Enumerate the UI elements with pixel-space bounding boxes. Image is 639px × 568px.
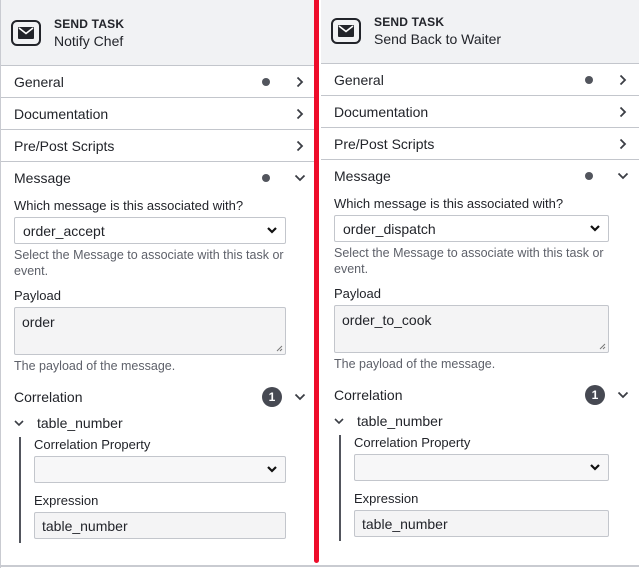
correlation-item-name: table_number (37, 415, 123, 431)
payload-description: The payload of the message. (334, 357, 496, 371)
correlation-property-label: Correlation Property (354, 435, 471, 450)
correlation-item-name: table_number (357, 413, 443, 429)
element-type: SEND TASK (374, 14, 445, 29)
group-documentation[interactable]: Documentation (321, 96, 639, 128)
group-label: Message (334, 168, 391, 184)
data-marker-dot (585, 172, 593, 180)
resize-handle-icon[interactable] (599, 343, 606, 350)
group-label: General (14, 73, 64, 90)
message-entries: Which message is this associated with? o… (1, 198, 316, 374)
payload-label: Payload (14, 288, 61, 303)
message-entries: Which message is this associated with? o… (321, 196, 639, 372)
message-select-label: Which message is this associated with? (14, 198, 244, 213)
correlation-header[interactable]: Correlation 1 (321, 380, 639, 410)
message-select-value: order_accept (23, 222, 105, 239)
payload-value: order_to_cook (342, 312, 432, 328)
chevron-right-icon (617, 106, 629, 118)
chevron-down-icon (590, 225, 600, 232)
panel-header: SEND TASK Notify Chef (1, 0, 316, 66)
group-label: General (334, 71, 384, 88)
correlation-label: Correlation (334, 387, 403, 403)
chevron-down-icon (334, 417, 348, 425)
payload-textarea[interactable]: order (14, 307, 286, 355)
correlation-item-header[interactable]: table_number (334, 410, 609, 432)
chevron-down-icon (617, 391, 629, 399)
resize-handle-icon[interactable] (276, 345, 283, 352)
group-documentation[interactable]: Documentation (1, 98, 316, 130)
correlation-count-badge: 1 (262, 387, 282, 407)
data-marker-dot (262, 174, 270, 182)
payload-textarea[interactable]: order_to_cook (334, 305, 609, 353)
data-marker-dot (585, 75, 593, 84)
message-select[interactable]: order_dispatch (334, 215, 609, 242)
expression-input[interactable]: table_number (354, 510, 609, 537)
payload-value: order (22, 314, 55, 330)
group-label: Message (14, 170, 71, 186)
chevron-down-icon (267, 227, 277, 234)
payload-label: Payload (334, 286, 381, 301)
properties-panel-left: SEND TASK Notify Chef General Documentat… (0, 0, 316, 568)
element-name: Send Back to Waiter (374, 30, 502, 47)
group-general[interactable]: General (1, 66, 316, 98)
chevron-down-icon (617, 170, 629, 182)
panel-header: SEND TASK Send Back to Waiter (321, 0, 639, 64)
chevron-down-icon (267, 466, 277, 473)
group-message[interactable]: Message (1, 162, 316, 194)
chevron-down-icon (14, 419, 28, 427)
correlation-header[interactable]: Correlation 1 (1, 382, 316, 412)
correlation-item-body: Correlation Property Expression table_nu… (19, 437, 286, 543)
chevron-right-icon (294, 140, 306, 152)
group-label: Pre/Post Scripts (334, 135, 435, 152)
correlation-item: table_number Correlation Property Expres… (1, 412, 316, 543)
message-select-description: Select the Message to associate with thi… (334, 246, 604, 276)
chevron-down-icon (294, 172, 306, 184)
envelope-icon (11, 19, 41, 46)
group-message[interactable]: Message (321, 160, 639, 192)
panel-divider[interactable] (314, 0, 319, 563)
group-label: Documentation (334, 103, 429, 120)
group-general[interactable]: General (321, 64, 639, 96)
expression-value: table_number (42, 517, 128, 534)
data-marker-dot (262, 77, 270, 86)
expression-input[interactable]: table_number (34, 512, 286, 539)
correlation-property-label: Correlation Property (34, 437, 151, 452)
correlation-item-header[interactable]: table_number (14, 412, 286, 434)
message-select-description: Select the Message to associate with thi… (14, 248, 284, 278)
correlation-property-select[interactable] (354, 454, 609, 481)
expression-label: Expression (34, 493, 99, 508)
chevron-down-icon (590, 464, 600, 471)
chevron-right-icon (294, 76, 306, 88)
element-type: SEND TASK (54, 16, 125, 31)
correlation-property-select[interactable] (34, 456, 286, 483)
correlation-count-badge: 1 (585, 385, 605, 405)
group-label: Pre/Post Scripts (14, 137, 115, 154)
expression-label: Expression (354, 491, 419, 506)
group-pre-post-scripts[interactable]: Pre/Post Scripts (1, 130, 316, 162)
message-select-value: order_dispatch (343, 220, 436, 237)
group-pre-post-scripts[interactable]: Pre/Post Scripts (321, 128, 639, 160)
message-select[interactable]: order_accept (14, 217, 286, 244)
correlation-label: Correlation (14, 389, 83, 405)
bottom-border (0, 565, 639, 567)
element-name: Notify Chef (54, 32, 124, 49)
chevron-right-icon (617, 74, 629, 86)
correlation-item: table_number Correlation Property Expres… (321, 410, 639, 541)
properties-panel-right: SEND TASK Send Back to Waiter General Do… (321, 0, 639, 566)
chevron-right-icon (294, 108, 306, 120)
group-label: Documentation (14, 105, 109, 122)
payload-description: The payload of the message. (14, 359, 176, 373)
correlation-item-body: Correlation Property Expression table_nu… (339, 435, 609, 541)
message-select-label: Which message is this associated with? (334, 196, 564, 211)
envelope-icon (331, 17, 361, 44)
expression-value: table_number (362, 515, 448, 532)
chevron-right-icon (617, 138, 629, 150)
chevron-down-icon (294, 393, 306, 401)
